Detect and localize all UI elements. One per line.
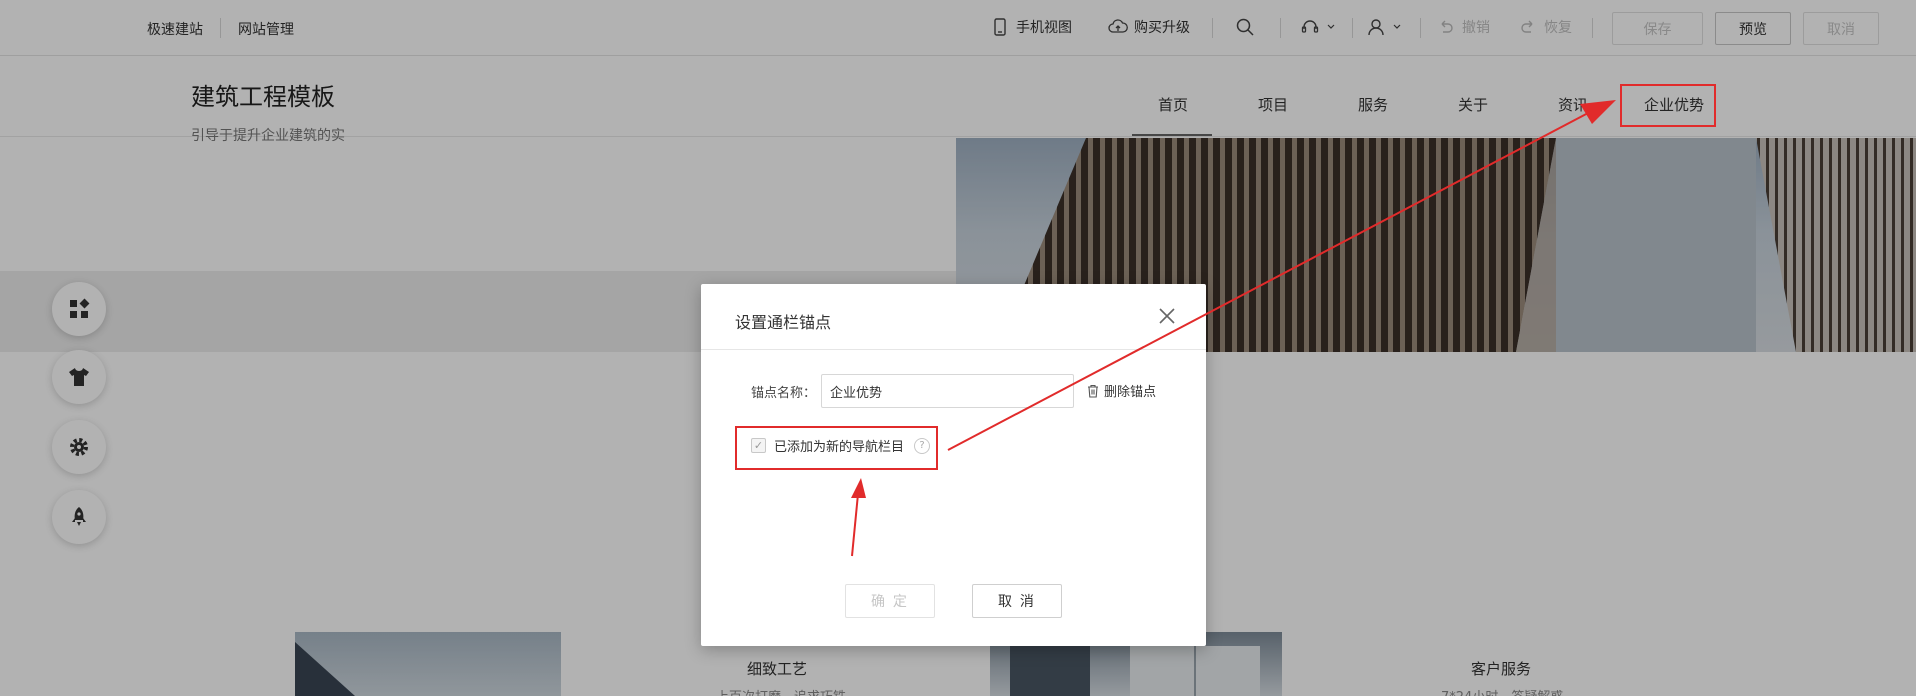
anchor-settings-dialog: 设置通栏锚点 锚点名称： 删除锚点 ✓ 已添加为新的导航栏目 ? 确 定 取 消	[701, 284, 1206, 646]
confirm-button[interactable]: 确 定	[845, 584, 935, 618]
dialog-divider	[701, 349, 1206, 350]
delete-anchor-button[interactable]: 删除锚点	[1086, 381, 1156, 400]
trash-icon	[1088, 384, 1098, 398]
anchor-name-input[interactable]	[821, 374, 1074, 408]
dialog-cancel-button[interactable]: 取 消	[972, 584, 1062, 618]
editor-page: 极速建站 网站管理 手机视图 购买升级 撤销 恢复 保存 预览 取消 建筑工程模…	[0, 0, 1916, 696]
dialog-title: 设置通栏锚点	[735, 313, 832, 332]
close-icon[interactable]	[1155, 304, 1179, 328]
delete-anchor-label: 删除锚点	[1104, 385, 1157, 400]
anchor-name-label: 锚点名称：	[751, 386, 817, 401]
nav-highlight-box	[1620, 84, 1716, 127]
checkbox-highlight-box	[735, 426, 938, 470]
